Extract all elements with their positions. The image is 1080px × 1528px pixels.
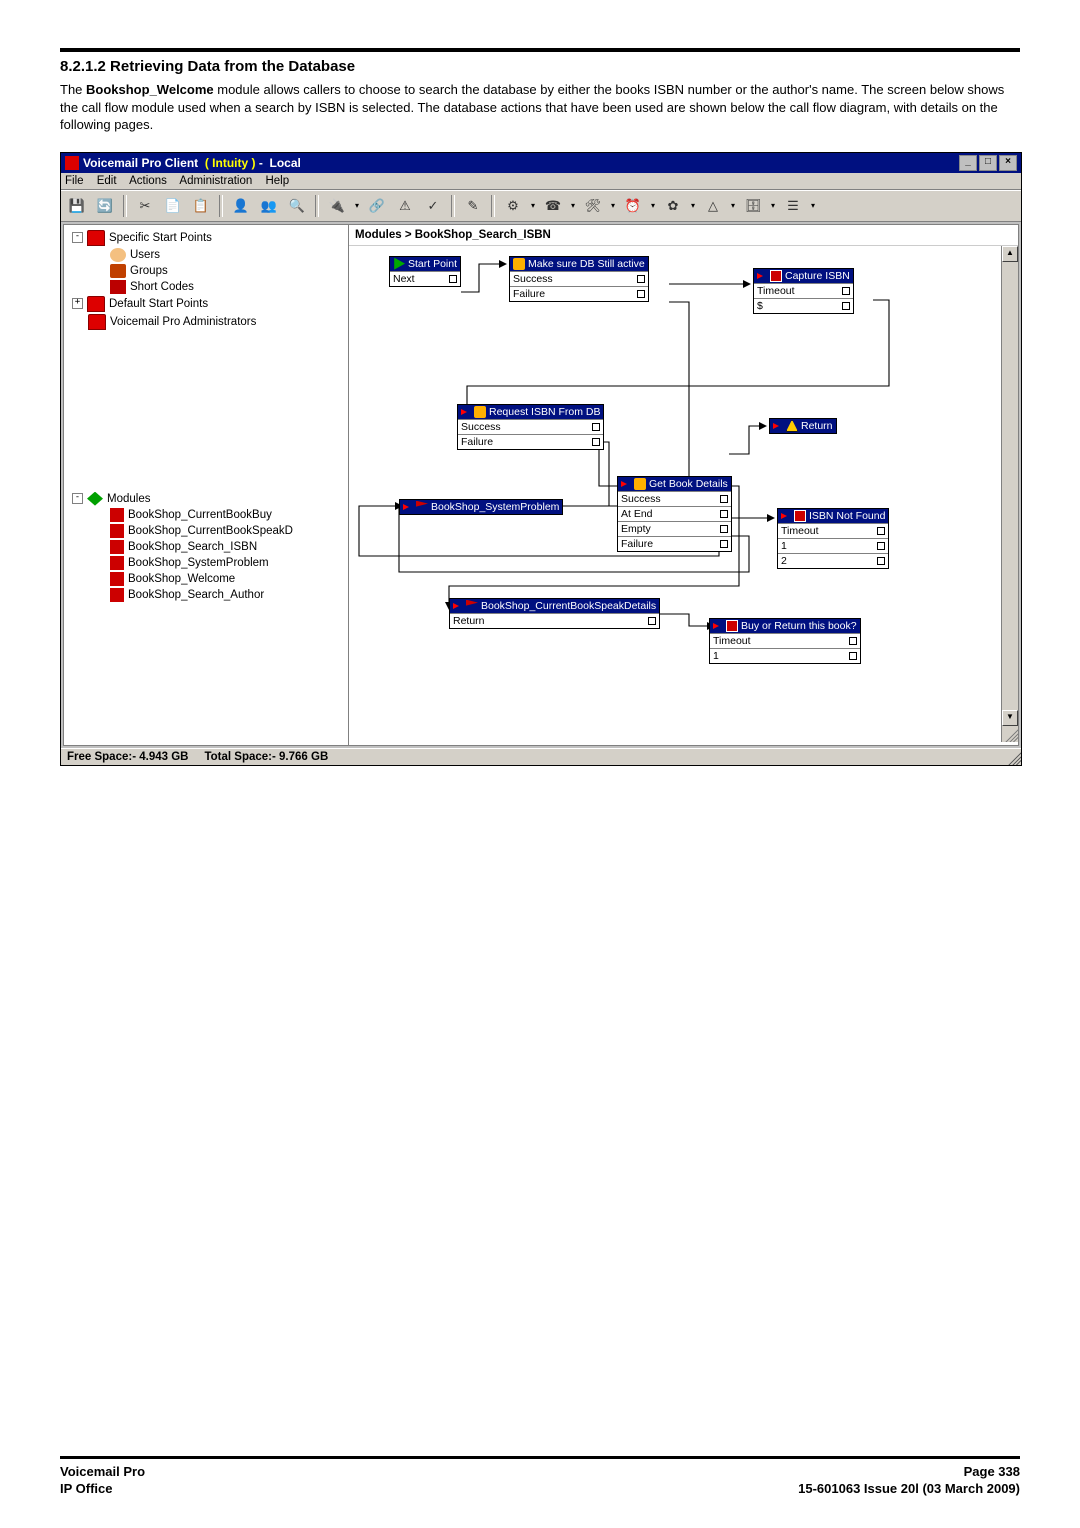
- close-button[interactable]: ×: [999, 155, 1017, 171]
- phone-icon[interactable]: ☎: [541, 194, 565, 218]
- node-request-isbn[interactable]: Request ISBN From DB Success Failure: [457, 404, 604, 450]
- titlebar-mode: ( Intuity ): [205, 156, 256, 170]
- node-buy-return[interactable]: Buy or Return this book? Timeout 1: [709, 618, 861, 664]
- menubar[interactable]: File Edit Actions Administration Help: [61, 173, 1021, 190]
- triangle-icon[interactable]: △: [701, 194, 725, 218]
- arrow-in-icon: [713, 621, 723, 631]
- breadcrumb: Modules > BookShop_Search_ISBN: [349, 225, 1018, 246]
- folder-icon: [88, 314, 106, 330]
- scroll-up-button[interactable]: ▲: [1002, 246, 1018, 262]
- arrow-in-icon: [781, 511, 791, 521]
- page-footer: Voicemail Pro Page 338 IP Office 15-6010…: [60, 1456, 1020, 1498]
- return-icon: [786, 420, 798, 432]
- keypad-icon: [770, 270, 782, 282]
- arrow-in-icon: [773, 421, 783, 431]
- navigation-tree[interactable]: -Specific Start Points Users Groups Shor…: [64, 225, 349, 745]
- flow-pane[interactable]: Modules > BookShop_Search_ISBN: [349, 225, 1018, 745]
- gear-icon[interactable]: ⚙: [501, 194, 525, 218]
- app-window: Voicemail Pro Client ( Intuity ) - Local…: [60, 152, 1022, 766]
- copy-icon[interactable]: 📄: [161, 194, 185, 218]
- cut-icon[interactable]: ✂: [133, 194, 157, 218]
- arrow-in-icon: [621, 479, 631, 489]
- link-icon[interactable]: 🔗: [365, 194, 389, 218]
- scroll-down-button[interactable]: ▼: [1002, 710, 1018, 726]
- menu-file[interactable]: File: [65, 175, 84, 187]
- database-icon: [474, 406, 486, 418]
- node-capture-isbn[interactable]: Capture ISBN Timeout $: [753, 268, 854, 314]
- user-icon[interactable]: 👤: [229, 194, 253, 218]
- group-icon: [110, 264, 126, 278]
- titlebar-app: Voicemail Pro Client: [83, 156, 198, 170]
- size-grip[interactable]: [1002, 726, 1018, 742]
- search-icon[interactable]: 🔍: [285, 194, 309, 218]
- database-icon: [634, 478, 646, 490]
- module-icon: [110, 556, 124, 570]
- menu-actions[interactable]: Actions: [129, 175, 167, 187]
- node-isbn-not-found[interactable]: ISBN Not Found Timeout 1 2: [777, 508, 889, 569]
- node-return[interactable]: Return: [769, 418, 837, 434]
- node-system-problem[interactable]: BookShop_SystemProblem: [399, 499, 563, 515]
- group-icon[interactable]: 👥: [257, 194, 281, 218]
- flag-icon: [416, 501, 428, 513]
- status-bar: Free Space:- 4.943 GB Total Space:- 9.76…: [61, 748, 1021, 765]
- menu-edit[interactable]: Edit: [97, 175, 117, 187]
- pencil-icon[interactable]: ✎: [461, 194, 485, 218]
- section-heading: 8.2.1.2 Retrieving Data from the Databas…: [60, 58, 1020, 75]
- flag-icon: [466, 600, 478, 612]
- keypad-icon: [794, 510, 806, 522]
- footer-left-1: Voicemail Pro: [60, 1463, 145, 1481]
- module-icon: [110, 508, 124, 522]
- queue-icon[interactable]: ☰: [781, 194, 805, 218]
- arrow-in-icon: [461, 407, 471, 417]
- module-icon: [110, 540, 124, 554]
- window-size-grip[interactable]: [1005, 749, 1021, 765]
- node-speak-details[interactable]: BookShop_CurrentBookSpeakDetails Return: [449, 598, 660, 629]
- footer-right-2: 15-601063 Issue 20l (03 March 2009): [798, 1480, 1020, 1498]
- clock-icon[interactable]: ⏰: [621, 194, 645, 218]
- menu-help[interactable]: Help: [265, 175, 289, 187]
- dropdown-icon[interactable]: ▾: [353, 195, 361, 217]
- module-icon: [110, 588, 124, 602]
- toolbar: 💾 🔄 ✂ 📄 📋 👤 👥 🔍 🔌 ▾ 🔗 ⚠ ✓ ✎ ⚙ ▾ ☎ ▾ 🛠 ▾: [61, 190, 1021, 222]
- node-start-point[interactable]: Start Point Next: [389, 256, 461, 287]
- minimize-button[interactable]: _: [959, 155, 977, 171]
- tools-icon[interactable]: 🛠: [581, 194, 605, 218]
- modules-icon: [87, 492, 103, 506]
- connect-icon[interactable]: 🔌: [325, 194, 349, 218]
- shortcode-icon: [110, 280, 126, 294]
- footer-left-2: IP Office: [60, 1480, 113, 1498]
- titlebar-local: Local: [270, 156, 301, 170]
- body-text: The Bookshop_Welcome module allows calle…: [60, 81, 1020, 134]
- folder-icon: [87, 230, 105, 246]
- refresh-icon[interactable]: 🔄: [93, 194, 117, 218]
- warning-icon[interactable]: ⚠: [393, 194, 417, 218]
- arrow-in-icon: [403, 502, 413, 512]
- maximize-button[interactable]: □: [979, 155, 997, 171]
- check-icon[interactable]: ✓: [421, 194, 445, 218]
- menu-administration[interactable]: Administration: [179, 175, 252, 187]
- database-icon: [513, 258, 525, 270]
- vertical-scrollbar[interactable]: ▲ ▼: [1001, 246, 1018, 742]
- node-check-db[interactable]: Make sure DB Still active Success Failur…: [509, 256, 649, 302]
- keypad-icon: [726, 620, 738, 632]
- user-icon: [110, 248, 126, 262]
- flower-icon[interactable]: ✿: [661, 194, 685, 218]
- module-icon: [110, 572, 124, 586]
- node-get-book-details[interactable]: Get Book Details Success At End Empty Fa…: [617, 476, 732, 552]
- arrow-in-icon: [453, 601, 463, 611]
- footer-right-1: Page 338: [964, 1463, 1020, 1481]
- save-icon[interactable]: 💾: [65, 194, 89, 218]
- folder-icon: [87, 296, 105, 312]
- paste-icon[interactable]: 📋: [189, 194, 213, 218]
- module-icon: [110, 524, 124, 538]
- play-icon: [393, 258, 405, 270]
- titlebar[interactable]: Voicemail Pro Client ( Intuity ) - Local…: [61, 153, 1021, 173]
- arrow-in-icon: [757, 271, 767, 281]
- db-icon[interactable]: 🗄: [741, 194, 765, 218]
- app-icon: [65, 156, 79, 170]
